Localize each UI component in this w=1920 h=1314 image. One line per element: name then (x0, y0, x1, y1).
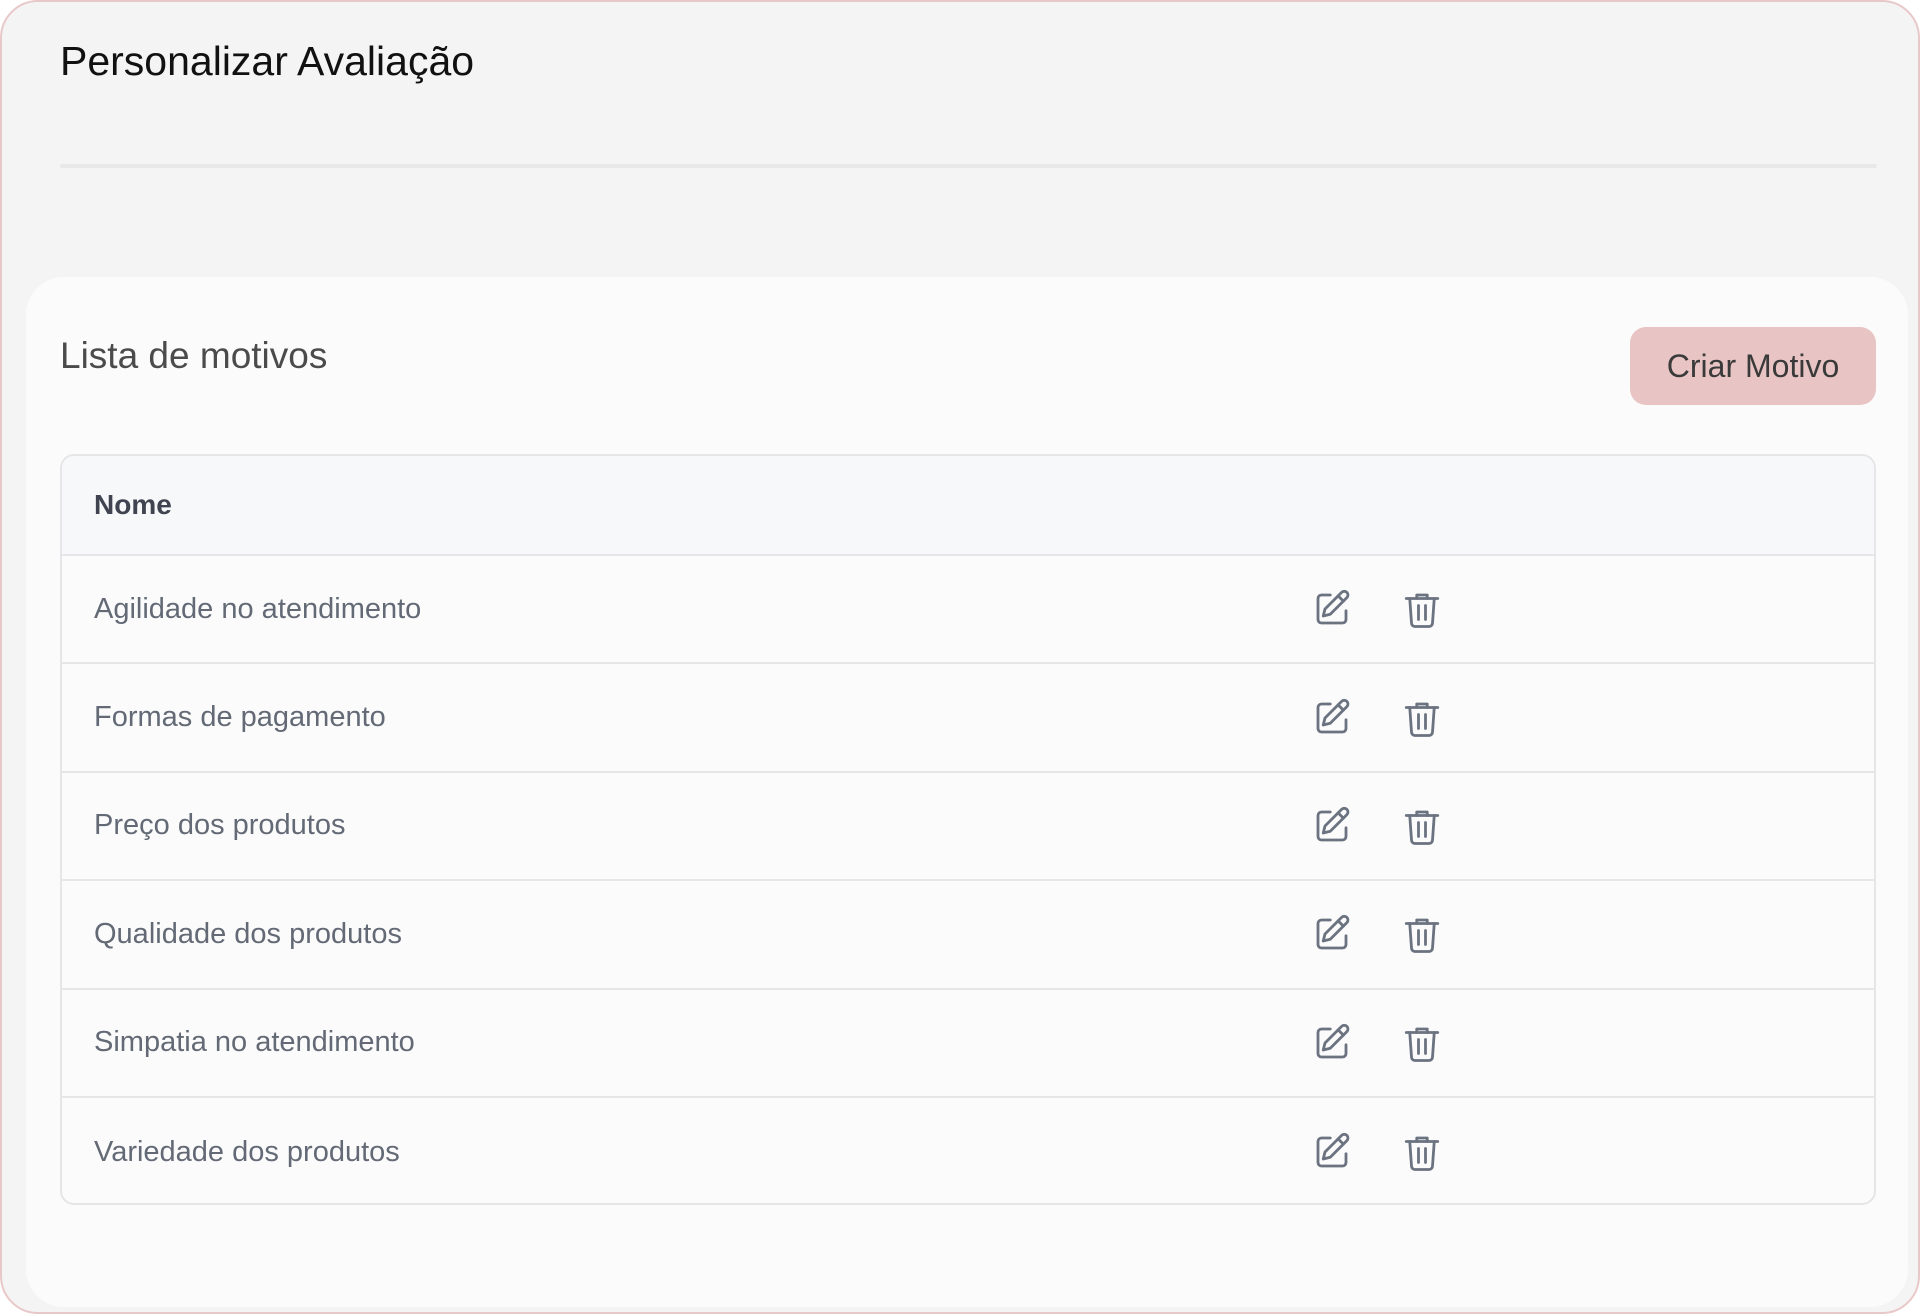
table-row: Qualidade dos produtos (62, 881, 1874, 990)
edit-icon[interactable] (1309, 911, 1355, 957)
header-divider (60, 164, 1877, 168)
reasons-card: Lista de motivos Criar Motivo Nome Agili… (26, 277, 1908, 1307)
table-row: Preço dos produtos (62, 773, 1874, 882)
row-name: Formas de pagamento (94, 701, 386, 734)
app-frame: Personalizar Avaliação Lista de motivos … (0, 0, 1920, 1314)
row-actions (1309, 586, 1445, 632)
row-name: Qualidade dos produtos (94, 917, 402, 950)
reasons-table: Nome Agilidade no atendimento Formas de … (60, 454, 1876, 1205)
edit-icon[interactable] (1309, 586, 1355, 632)
row-actions (1309, 1129, 1445, 1175)
trash-icon[interactable] (1399, 1129, 1445, 1175)
edit-icon[interactable] (1309, 695, 1355, 741)
table-row: Agilidade no atendimento (62, 556, 1874, 665)
row-name: Simpatia no atendimento (94, 1026, 415, 1059)
row-name: Preço dos produtos (94, 809, 346, 842)
create-reason-button[interactable]: Criar Motivo (1630, 327, 1876, 405)
row-actions (1309, 695, 1445, 741)
trash-icon[interactable] (1399, 1020, 1445, 1066)
page-title: Personalizar Avaliação (60, 38, 475, 84)
row-name: Variedade dos produtos (94, 1135, 400, 1168)
table-row: Formas de pagamento (62, 664, 1874, 773)
card-title: Lista de motivos (60, 335, 328, 376)
trash-icon[interactable] (1399, 586, 1445, 632)
edit-icon[interactable] (1309, 1020, 1355, 1066)
row-actions (1309, 803, 1445, 849)
edit-icon[interactable] (1309, 1129, 1355, 1175)
row-actions (1309, 1020, 1445, 1066)
table-header-name: Nome (62, 456, 1874, 556)
table-row: Variedade dos produtos (62, 1098, 1874, 1203)
table-row: Simpatia no atendimento (62, 990, 1874, 1098)
trash-icon[interactable] (1399, 695, 1445, 741)
row-name: Agilidade no atendimento (94, 592, 422, 625)
edit-icon[interactable] (1309, 803, 1355, 849)
trash-icon[interactable] (1399, 911, 1445, 957)
row-actions (1309, 911, 1445, 957)
trash-icon[interactable] (1399, 803, 1445, 849)
